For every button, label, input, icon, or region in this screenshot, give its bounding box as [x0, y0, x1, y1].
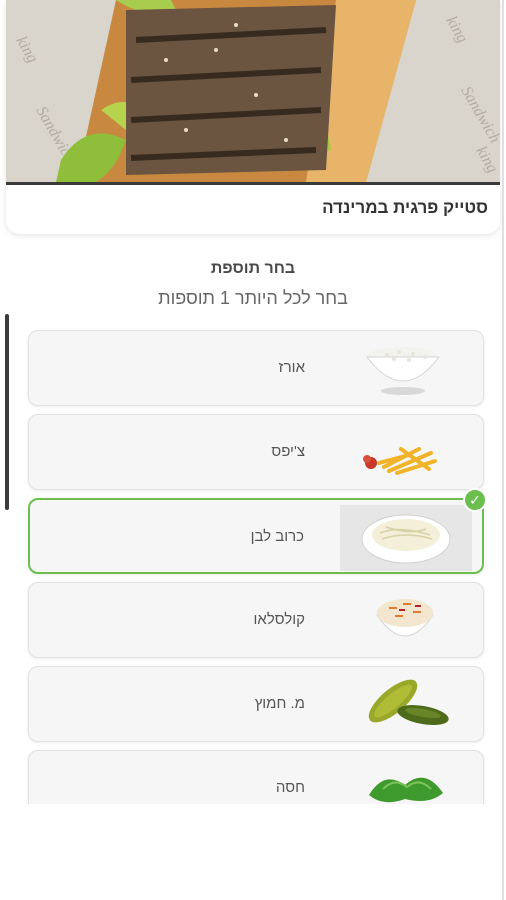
addon-label: חסה [275, 779, 305, 796]
fries-icon [339, 419, 471, 485]
addon-label: כרוב לבן [250, 528, 304, 545]
addon-label: קולסלאו [253, 611, 306, 628]
selected-check-icon: ✓ [463, 488, 487, 512]
lettuce-icon [339, 755, 471, 804]
addons-subtitle: בחר לכל היותר 1 תוספות [158, 288, 348, 308]
addon-option-white-cabbage[interactable]: כרוב לבן [28, 498, 484, 574]
page: king Sandwich king Sandwich king סטייק פ… [0, 0, 506, 900]
addon-option-fries[interactable]: צ'יפס [28, 414, 484, 490]
rice-bowl-icon [339, 335, 471, 401]
coleslaw-icon [339, 587, 471, 653]
pickles-icon [339, 671, 471, 737]
addon-option-coleslaw[interactable]: קולסלאו [28, 582, 484, 658]
addon-option-pickles[interactable]: מ. חמוץ [28, 666, 484, 742]
addon-label: מ. חמוץ [254, 695, 305, 712]
dish-image: king Sandwich king Sandwich king [6, 0, 500, 185]
white-cabbage-icon [340, 505, 472, 571]
addon-label: אורז [278, 359, 305, 376]
addons-list: אורז צ'יפס כרוב לבן קולסלאו מ. חמוץ חסה [0, 318, 506, 804]
addon-option-rice[interactable]: אורז [28, 330, 484, 406]
dish-card: king Sandwich king Sandwich king סטייק פ… [6, 0, 500, 234]
addon-label: צ'יפס [271, 443, 305, 460]
dish-title: סטייק פרגית במרינדה [322, 198, 488, 217]
screen-edge [502, 0, 504, 900]
addons-title: בחר תוספת [210, 260, 296, 277]
addon-option-lettuce[interactable]: חסה [28, 750, 484, 804]
